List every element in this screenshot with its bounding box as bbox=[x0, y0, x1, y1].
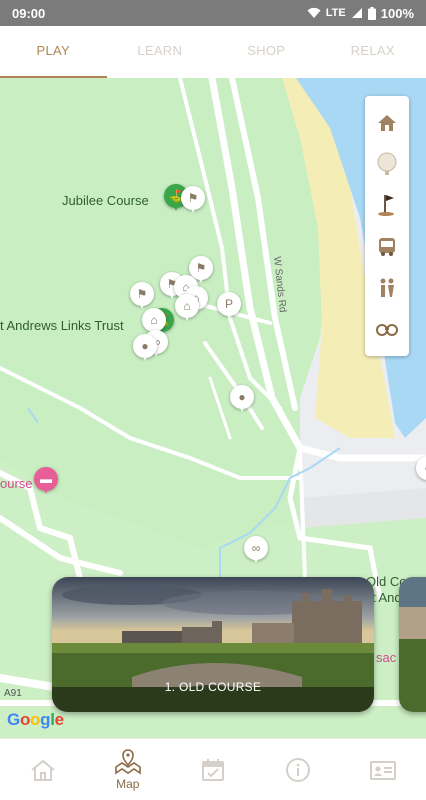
filter-flag-button[interactable] bbox=[372, 190, 402, 220]
restroom-icon bbox=[380, 278, 394, 297]
filter-home-button[interactable] bbox=[372, 108, 402, 138]
poi-filter-panel bbox=[365, 96, 409, 356]
calendar-icon bbox=[202, 758, 224, 781]
nav-home[interactable] bbox=[0, 739, 85, 800]
map-pin-binoculars[interactable]: ∞ bbox=[244, 536, 268, 568]
nav-info[interactable] bbox=[256, 739, 341, 800]
course-card-old-course[interactable]: 1. OLD COURSE bbox=[52, 577, 374, 712]
map-pin-golf-ball[interactable]: ● bbox=[133, 334, 157, 366]
label-jubilee-course: Jubilee Course bbox=[62, 193, 149, 208]
label-course-left: ourse bbox=[0, 476, 33, 491]
signal-icon bbox=[351, 8, 362, 18]
binoculars-icon bbox=[376, 324, 398, 337]
map-pin-hotel[interactable]: ▬ bbox=[34, 467, 58, 499]
battery-percent: 100% bbox=[380, 5, 414, 21]
map-pin-golf-ball[interactable]: ● bbox=[416, 456, 426, 488]
filter-bus-button[interactable] bbox=[372, 232, 402, 262]
google-logo: Google bbox=[7, 710, 64, 729]
filter-binoculars-button[interactable] bbox=[372, 314, 402, 344]
bus-icon bbox=[379, 237, 395, 256]
flag-icon bbox=[378, 195, 394, 217]
battery-icon bbox=[367, 6, 376, 20]
map-icon bbox=[114, 748, 141, 774]
tab-learn[interactable]: LEARN bbox=[107, 26, 214, 78]
network-type: LTE bbox=[325, 7, 346, 19]
status-bar: 09:00 LTE 100% bbox=[0, 0, 426, 26]
road-label-a91: A91 bbox=[4, 688, 22, 699]
home-icon bbox=[378, 114, 396, 131]
tab-play[interactable]: PLAY bbox=[0, 26, 107, 78]
label-links-trust: t Andrews Links Trust bbox=[0, 318, 124, 333]
tab-relax[interactable]: RELAX bbox=[320, 26, 426, 78]
nav-map[interactable]: Map bbox=[85, 739, 170, 800]
wifi-icon bbox=[307, 7, 321, 18]
map-pin-parking[interactable]: P bbox=[217, 292, 241, 324]
map-pin-golf-ball[interactable]: ● bbox=[230, 385, 254, 417]
nav-id-card[interactable] bbox=[341, 739, 426, 800]
course-card-next[interactable] bbox=[399, 577, 426, 712]
bottom-nav: Map bbox=[0, 738, 426, 800]
label-sac-right: sac bbox=[376, 650, 397, 665]
top-tabs: PLAY LEARN SHOP RELAX bbox=[0, 26, 426, 78]
info-icon bbox=[286, 757, 311, 782]
map-view[interactable]: W Sands Rd A91 Jubilee Course t Andrews … bbox=[0, 78, 426, 738]
golf-ball-icon bbox=[377, 152, 397, 175]
filter-golf-ball-button[interactable] bbox=[372, 149, 402, 179]
id-card-icon bbox=[370, 760, 397, 780]
map-pin-flag[interactable]: ⚑ bbox=[181, 186, 205, 218]
map-pin-home[interactable]: ⌂ bbox=[175, 294, 199, 326]
nav-calendar[interactable] bbox=[170, 739, 255, 800]
filter-restroom-button[interactable] bbox=[372, 273, 402, 303]
label-st-andrews-right: t And bbox=[372, 590, 402, 605]
tab-shop[interactable]: SHOP bbox=[213, 26, 320, 78]
course-card-title: 1. OLD COURSE bbox=[164, 680, 262, 694]
home-icon bbox=[30, 759, 55, 781]
nav-map-label: Map bbox=[116, 776, 140, 791]
course-photo-next bbox=[399, 577, 426, 712]
status-time: 09:00 bbox=[12, 5, 46, 21]
